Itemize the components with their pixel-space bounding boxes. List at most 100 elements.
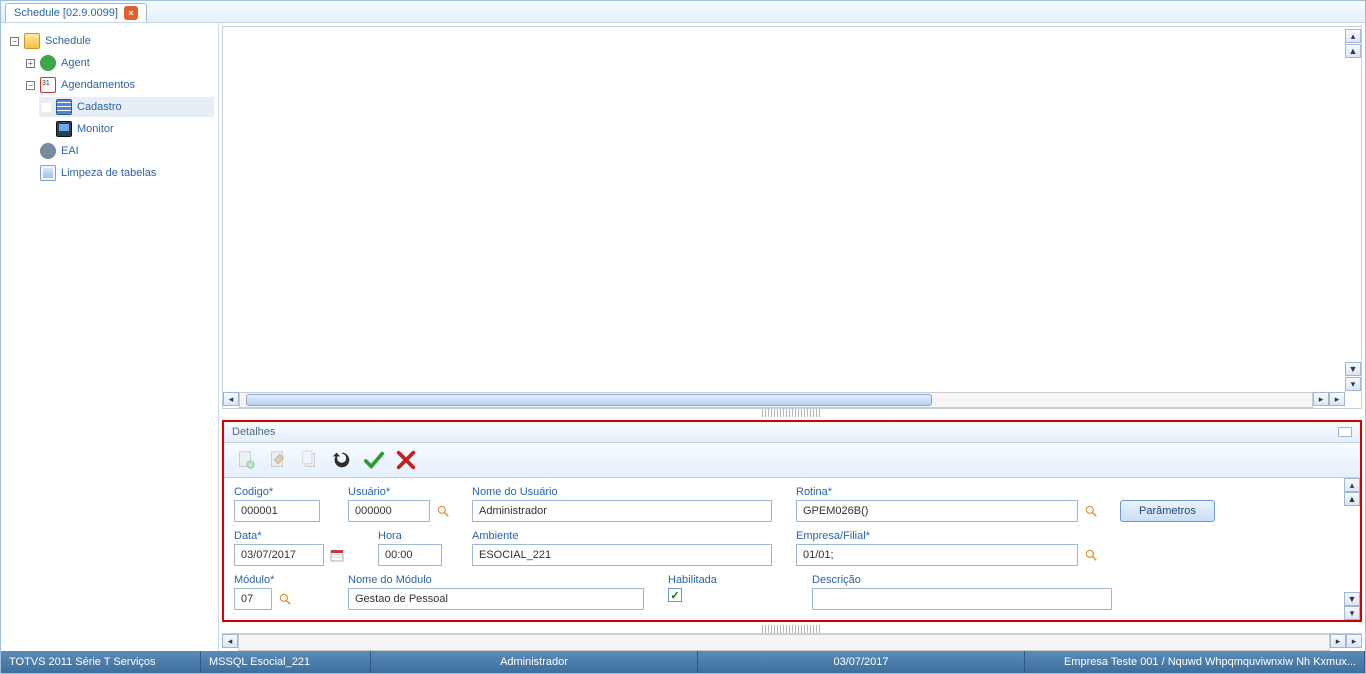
habilitada-checkbox[interactable]: ✓ (668, 588, 682, 602)
details-toolbar: + (224, 443, 1360, 478)
expand-icon[interactable]: + (26, 59, 35, 68)
monitor-icon (56, 121, 72, 137)
hscroll-track[interactable] (239, 392, 1313, 408)
tree-label: Cadastro (77, 101, 122, 113)
scroll-right-icon[interactable]: ▸ (1313, 392, 1329, 406)
label-ambiente: Ambiente (472, 530, 782, 542)
label-usuario: Usuário* (348, 486, 458, 498)
spacer-label (1120, 486, 1240, 498)
splitter-grip[interactable] (762, 625, 822, 633)
spacer (26, 169, 35, 178)
parametros-button[interactable]: Parâmetros (1120, 500, 1215, 522)
scroll-up-icon[interactable]: ▲ (1344, 492, 1360, 506)
svg-text:+: + (249, 462, 253, 469)
tree-label: Limpeza de tabelas (61, 167, 156, 179)
tree-item-eai[interactable]: EAI (23, 141, 214, 161)
spacer (26, 147, 35, 156)
label-descricao: Descrição (812, 574, 1122, 586)
confirm-button[interactable] (360, 447, 388, 473)
scroll-up-icon[interactable]: ▴ (1345, 29, 1361, 43)
details-vscroll[interactable]: ▴ ▲ ▼ ▾ (1344, 478, 1360, 620)
nome-modulo-field[interactable] (348, 588, 644, 610)
refresh-button[interactable] (328, 447, 356, 473)
tree-item-agendamentos[interactable]: − Agendamentos (23, 75, 214, 95)
scroll-right-icon[interactable]: ▸ (1330, 634, 1346, 648)
hscroll-track[interactable] (238, 634, 1330, 651)
status-bar: TOTVS 2011 Série T Serviços MSSQL Esocia… (1, 651, 1365, 673)
close-icon[interactable]: × (124, 6, 138, 20)
tree-item-agent[interactable]: + Agent (23, 53, 214, 73)
details-header: Detalhes (224, 422, 1360, 443)
scroll-down-icon[interactable]: ▼ (1345, 362, 1361, 376)
lookup-icon[interactable] (434, 502, 452, 520)
scroll-down-icon[interactable]: ▼ (1344, 592, 1360, 606)
bottom-hscroll[interactable]: ◂ ▸ ▸ (222, 633, 1362, 651)
label-codigo: Codigo* (234, 486, 334, 498)
splitter-grip[interactable] (762, 409, 822, 417)
scroll-down-icon[interactable]: ▾ (1345, 377, 1361, 391)
tree-item-monitor[interactable]: Monitor (39, 119, 214, 139)
vscroll-top[interactable]: ▴ ▲ (1345, 29, 1361, 58)
tree-label: Agendamentos (61, 79, 135, 91)
label-empresa-filial: Empresa/Filial* (796, 530, 1106, 542)
minimize-icon[interactable] (1338, 427, 1352, 437)
label-nome-usuario: Nome do Usuário (472, 486, 782, 498)
codigo-field[interactable] (234, 500, 320, 522)
details-body-wrap: ▴ ▲ ▼ ▾ Codigo* (224, 478, 1360, 620)
lookup-icon[interactable] (1082, 546, 1100, 564)
tree-label: Agent (61, 57, 90, 69)
datepicker-icon[interactable] (328, 546, 346, 564)
clock-icon (40, 55, 56, 71)
details-body: Codigo* Usuário* No (224, 478, 1360, 620)
scroll-up-icon[interactable]: ▴ (1344, 478, 1360, 492)
scroll-left-icon[interactable]: ◂ (223, 392, 239, 406)
tree-root-schedule[interactable]: − Schedule (7, 31, 214, 51)
main-area: − Schedule + Agent (1, 23, 1365, 651)
collapse-icon[interactable]: − (10, 37, 19, 46)
highlight-region: Detalhes + ▴ ▲ (222, 420, 1362, 622)
folder-open-icon (24, 33, 40, 49)
cancel-button[interactable] (392, 447, 420, 473)
label-rotina: Rotina* (796, 486, 1106, 498)
descricao-field[interactable] (812, 588, 1112, 610)
spacer (42, 125, 51, 134)
rotina-field[interactable] (796, 500, 1078, 522)
hscroll-thumb[interactable] (246, 394, 932, 406)
nome-usuario-field[interactable] (472, 500, 772, 522)
data-field[interactable] (234, 544, 324, 566)
app-window: Schedule [02.9.0099] × − Schedule (0, 0, 1366, 674)
copy-doc-button[interactable] (296, 447, 324, 473)
status-date: 03/07/2017 (698, 651, 1025, 673)
label-nome-modulo: Nome do Módulo (348, 574, 654, 586)
status-db: MSSQL Esocial_221 (201, 651, 371, 673)
label-modulo: Módulo* (234, 574, 334, 586)
label-hora: Hora (378, 530, 458, 542)
sidebar: − Schedule + Agent (1, 23, 219, 651)
usuario-field[interactable] (348, 500, 430, 522)
label-data: Data* (234, 530, 364, 542)
tree-item-cadastro[interactable]: Cadastro (39, 97, 214, 117)
label-habilitada: Habilitada (668, 574, 798, 586)
details-title: Detalhes (232, 426, 275, 438)
tab-schedule[interactable]: Schedule [02.9.0099] × (5, 3, 147, 22)
collapse-icon[interactable]: − (26, 81, 35, 90)
clean-icon (40, 165, 56, 181)
tree-label: EAI (61, 145, 79, 157)
modulo-field[interactable] (234, 588, 272, 610)
tree-item-limpeza[interactable]: Limpeza de tabelas (23, 163, 214, 183)
vscroll-bottom[interactable]: ▼ ▾ (1345, 362, 1361, 391)
lookup-icon[interactable] (276, 590, 294, 608)
scroll-left-icon[interactable]: ◂ (222, 634, 238, 648)
edit-doc-button[interactable] (264, 447, 292, 473)
calendar-icon (40, 77, 56, 93)
ambiente-field[interactable] (472, 544, 772, 566)
scroll-up-icon[interactable]: ▲ (1345, 44, 1361, 58)
scroll-right-icon[interactable]: ▸ (1346, 634, 1362, 648)
lookup-icon[interactable] (1082, 502, 1100, 520)
hora-field[interactable] (378, 544, 442, 566)
empresa-filial-field[interactable] (796, 544, 1078, 566)
new-doc-button[interactable]: + (232, 447, 260, 473)
scroll-down-icon[interactable]: ▾ (1344, 606, 1360, 620)
scroll-right-icon[interactable]: ▸ (1329, 392, 1345, 406)
hscroll[interactable]: ◂ ▸ ▸ (223, 392, 1345, 408)
